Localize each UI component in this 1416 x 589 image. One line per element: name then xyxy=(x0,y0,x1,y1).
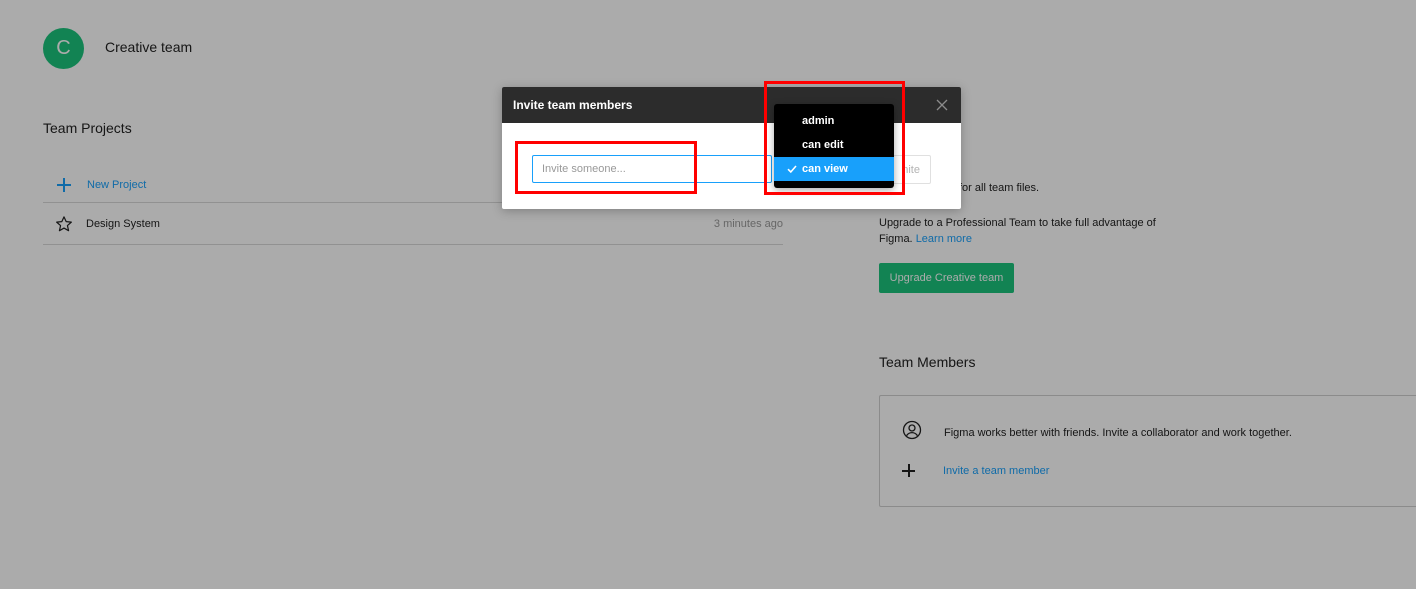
modal-title: Invite team members xyxy=(513,98,633,112)
highlight-box-invite-input xyxy=(515,141,697,194)
close-icon[interactable] xyxy=(936,99,948,111)
highlight-box-permission-dropdown xyxy=(764,81,905,195)
